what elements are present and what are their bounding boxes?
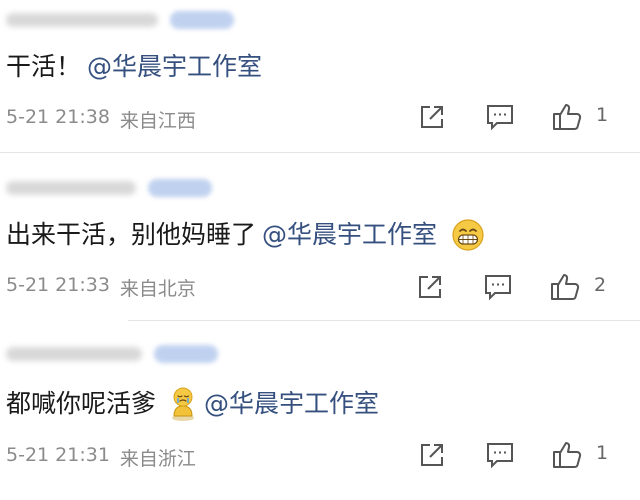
thumbs-up-icon[interactable] — [550, 270, 582, 304]
user-badge-blurred — [154, 345, 218, 363]
username-blurred[interactable] — [6, 181, 136, 195]
like-count: 1 — [596, 442, 609, 464]
action-bar: 1 — [0, 100, 640, 134]
divider — [128, 320, 640, 321]
mention-link[interactable]: @华晨宇工作室 — [87, 50, 262, 84]
comment-text: 干活！ — [6, 52, 82, 81]
comment-content: 出来干活，别他妈睡了 @华晨宇工作室 — [6, 218, 485, 252]
username-blurred[interactable] — [6, 347, 142, 361]
comment-text: 都喊你呢活爹 — [6, 389, 157, 418]
comment-item: 都喊你呢活爹 @华晨宇工作室 5-21 21:31 来自浙江 1 — [0, 332, 640, 500]
divider — [0, 152, 640, 153]
comment-icon[interactable] — [482, 270, 514, 304]
action-bar: 1 — [0, 438, 640, 472]
comment-item: 出来干活，别他妈睡了 @华晨宇工作室 5-21 21:33 来自北京 2 — [0, 160, 640, 320]
comment-content: 都喊你呢活爹 @华晨宇工作室 — [6, 386, 379, 422]
comment-icon[interactable] — [484, 438, 516, 472]
username-blurred[interactable] — [6, 13, 158, 27]
mention-link[interactable]: @华晨宇工作室 — [204, 387, 379, 421]
user-badge-blurred — [170, 11, 234, 29]
comment-item: 干活！ @华晨宇工作室 5-21 21:38 来自江西 1 — [0, 0, 640, 152]
like-count: 1 — [596, 104, 609, 126]
action-bar: 2 — [0, 270, 640, 304]
username-row[interactable] — [6, 340, 218, 368]
share-icon[interactable] — [414, 270, 446, 304]
share-icon[interactable] — [416, 100, 448, 134]
grinning-face-icon — [451, 218, 485, 252]
comment-text: 出来干活，别他妈睡了 — [6, 220, 257, 249]
share-icon[interactable] — [416, 438, 448, 472]
username-row[interactable] — [6, 6, 234, 34]
comment-content: 干活！ @华晨宇工作室 — [6, 50, 262, 84]
comment-icon[interactable] — [484, 100, 516, 134]
username-row[interactable] — [6, 174, 212, 202]
thumbs-up-icon[interactable] — [552, 100, 584, 134]
user-badge-blurred — [148, 179, 212, 197]
mention-link[interactable]: @华晨宇工作室 — [262, 218, 437, 252]
crying-figure-icon — [168, 386, 198, 422]
like-count: 2 — [594, 274, 607, 296]
thumbs-up-icon[interactable] — [552, 438, 584, 472]
